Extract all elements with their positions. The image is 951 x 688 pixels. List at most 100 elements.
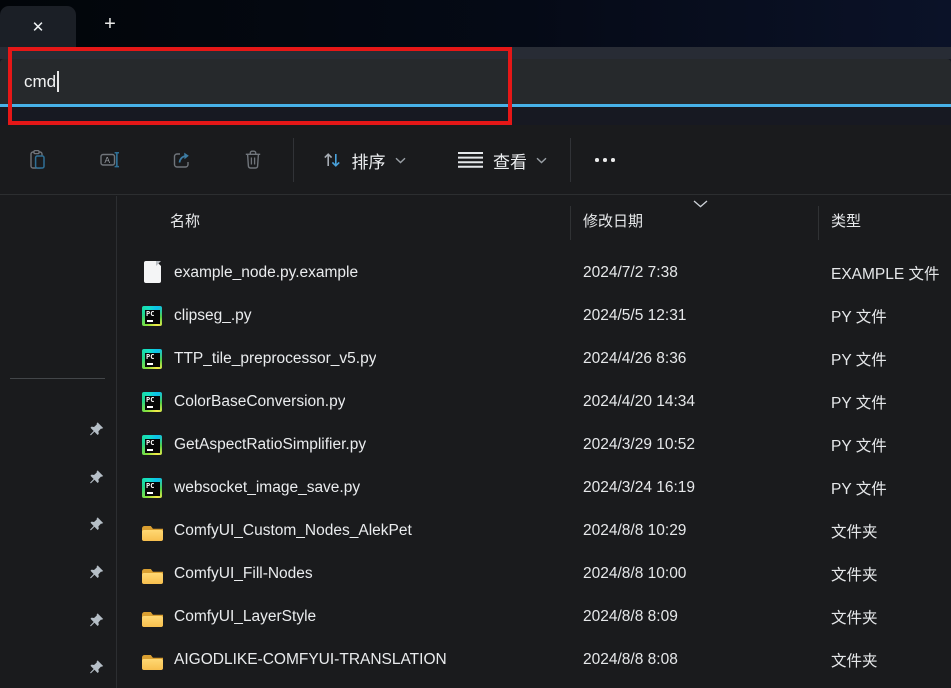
file-icon: [142, 653, 163, 670]
command-toolbar: A: [0, 125, 951, 195]
file-name: clipseg_.py: [174, 307, 252, 325]
file-icon: [142, 610, 163, 627]
pushpin-icon: [88, 612, 105, 629]
share-icon: [170, 148, 194, 172]
pushpin-icon: [88, 564, 105, 581]
file-row[interactable]: TTP_tile_preprocessor_v5.py 2024/4/26 8:…: [117, 337, 951, 380]
sidebar-pinned-item[interactable]: [0, 406, 116, 454]
toolbar-divider: [293, 138, 294, 182]
file-row[interactable]: ColorBaseConversion.py 2024/4/20 14:34 P…: [117, 380, 951, 423]
file-row[interactable]: clipseg_.py 2024/5/5 12:31 PY 文件: [117, 294, 951, 337]
file-name: ComfyUI_Custom_Nodes_AlekPet: [174, 522, 412, 540]
file-type: 文件夹: [831, 563, 878, 585]
trash-icon: [241, 148, 265, 172]
more-options-button[interactable]: [582, 140, 628, 180]
file-name: GetAspectRatioSimplifier.py: [174, 436, 366, 454]
tab-close-icon[interactable]: ✕: [32, 18, 45, 36]
tab-bar: ✕ +: [0, 0, 951, 47]
rename-button[interactable]: A: [90, 140, 130, 180]
sidebar-separator: [10, 378, 105, 379]
file-icon: [142, 392, 162, 412]
file-row[interactable]: AIGODLIKE-COMFYUI-TRANSLATION 2024/8/8 8…: [117, 638, 951, 681]
file-type: 文件夹: [831, 649, 878, 671]
file-icon: [142, 261, 163, 284]
file-icon: [142, 478, 162, 498]
file-name: TTP_tile_preprocessor_v5.py: [174, 350, 376, 368]
file-icon: [142, 435, 162, 455]
address-focus-underline: [0, 104, 951, 107]
file-icon: [142, 349, 162, 369]
view-button[interactable]: 查看: [443, 140, 561, 180]
file-date: 2024/3/29 10:52: [583, 436, 695, 454]
file-type: 文件夹: [831, 520, 878, 542]
file-name: AIGODLIKE-COMFYUI-TRANSLATION: [174, 651, 447, 669]
pushpin-icon: [88, 469, 105, 486]
column-divider: [570, 206, 571, 240]
file-list: example_node.py.example 2024/7/2 7:38 EX…: [117, 251, 951, 681]
file-date: 2024/8/8 10:00: [583, 565, 686, 583]
toolbar-divider: [570, 138, 571, 182]
file-row[interactable]: GetAspectRatioSimplifier.py 2024/3/29 10…: [117, 423, 951, 466]
sidebar-pins: [0, 406, 116, 688]
file-type: PY 文件: [831, 434, 887, 456]
rename-icon: A: [98, 148, 122, 172]
file-name: websocket_image_save.py: [174, 479, 360, 497]
file-row[interactable]: example_node.py.example 2024/7/2 7:38 EX…: [117, 251, 951, 294]
sidebar-pinned-item[interactable]: [0, 596, 116, 644]
column-header-row: 名称 修改日期 类型: [117, 196, 951, 246]
file-date: 2024/3/24 16:19: [583, 479, 695, 497]
svg-text:A: A: [104, 155, 110, 165]
sort-label: 排序: [352, 148, 386, 173]
column-header-type[interactable]: 类型: [831, 210, 861, 231]
view-lines-icon: [457, 151, 484, 169]
file-type: PY 文件: [831, 477, 887, 499]
file-date: 2024/8/8 8:09: [583, 608, 678, 626]
view-label: 查看: [493, 148, 527, 173]
file-type: PY 文件: [831, 391, 887, 413]
file-date: 2024/7/2 7:38: [583, 264, 678, 282]
sidebar-pinned-item[interactable]: [0, 454, 116, 502]
column-header-date-modified[interactable]: 修改日期: [583, 210, 643, 231]
file-type: EXAMPLE 文件: [831, 262, 940, 284]
file-explorer-window: ✕ + cmd A: [0, 0, 951, 688]
file-name: ComfyUI_LayerStyle: [174, 608, 316, 626]
file-icon: [142, 567, 163, 584]
sort-arrows-icon: [321, 149, 343, 171]
file-date: 2024/8/8 10:29: [583, 522, 686, 540]
new-tab-button[interactable]: +: [96, 10, 124, 38]
column-divider: [818, 206, 819, 240]
file-name: ColorBaseConversion.py: [174, 393, 345, 411]
file-row[interactable]: ComfyUI_Custom_Nodes_AlekPet 2024/8/8 10…: [117, 509, 951, 552]
clipboard-paste-icon: [26, 148, 50, 172]
chevron-down-icon: [395, 157, 406, 164]
sort-direction-chevron-icon: [693, 200, 708, 208]
file-date: 2024/5/5 12:31: [583, 307, 686, 325]
address-bar-top-strip: [0, 47, 951, 59]
file-row[interactable]: ComfyUI_Fill-Nodes 2024/8/8 10:00 文件夹: [117, 552, 951, 595]
file-name: example_node.py.example: [174, 264, 358, 282]
text-caret: [57, 71, 59, 92]
file-row[interactable]: websocket_image_save.py 2024/3/24 16:19 …: [117, 466, 951, 509]
navigation-pane: [0, 196, 117, 688]
file-type: PY 文件: [831, 348, 887, 370]
file-icon: [142, 306, 162, 326]
explorer-tab[interactable]: ✕: [0, 6, 76, 47]
sidebar-pinned-item[interactable]: [0, 549, 116, 597]
sidebar-pinned-item[interactable]: [0, 501, 116, 549]
pushpin-icon: [88, 516, 105, 533]
column-header-name[interactable]: 名称: [170, 210, 200, 231]
paste-button[interactable]: [18, 140, 58, 180]
file-date: 2024/4/20 14:34: [583, 393, 695, 411]
file-icon: [142, 524, 163, 541]
pushpin-icon: [88, 421, 105, 438]
share-button[interactable]: [162, 140, 202, 180]
file-row[interactable]: ComfyUI_LayerStyle 2024/8/8 8:09 文件夹: [117, 595, 951, 638]
file-date: 2024/4/26 8:36: [583, 350, 686, 368]
address-input[interactable]: cmd: [0, 59, 951, 104]
delete-button[interactable]: [233, 140, 273, 180]
file-type: PY 文件: [831, 305, 887, 327]
ellipsis-icon: [595, 158, 615, 162]
sort-button[interactable]: 排序: [303, 140, 423, 180]
file-type: 文件夹: [831, 606, 878, 628]
sidebar-pinned-item[interactable]: [0, 644, 116, 688]
